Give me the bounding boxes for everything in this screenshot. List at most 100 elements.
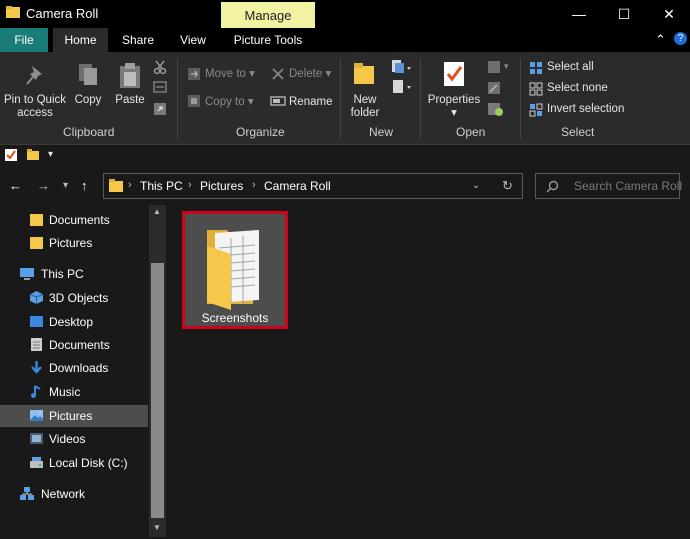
tab-home[interactable]: Home (53, 28, 108, 52)
refresh-icon[interactable]: ↻ (502, 178, 513, 194)
new-folder-icon (354, 63, 374, 84)
tree-item-downloads[interactable]: Downloads (0, 357, 148, 379)
move-to-icon (188, 68, 200, 80)
search-input[interactable]: Search Camera Roll (535, 173, 683, 199)
folder-name: Screenshots (201, 311, 269, 325)
folder-item-screenshots[interactable]: Screenshots (182, 211, 288, 329)
tab-share[interactable]: Share (113, 28, 163, 52)
new-item-icon[interactable] (391, 59, 413, 75)
tree-item-label: Music (49, 385, 81, 399)
copy-path-icon[interactable] (153, 81, 167, 93)
videos-icon (30, 433, 43, 444)
help-icon[interactable]: ? (674, 32, 687, 45)
forward-arrow-icon[interactable]: → (37, 178, 50, 193)
customize-qat-icon[interactable]: ▾ (48, 148, 53, 161)
navigation-pane: Documents Pictures This PC 3D Objects De… (0, 205, 166, 539)
tree-item-pictures[interactable]: Pictures (0, 405, 148, 427)
computer-icon (20, 268, 34, 280)
tree-item-label: 3D Objects (49, 291, 109, 305)
tree-item-label: Downloads (49, 361, 109, 375)
tree-item-label: Pictures (49, 409, 93, 423)
rename-button[interactable]: Rename (289, 96, 332, 109)
new-folder-button[interactable]: New folder (345, 94, 385, 120)
organize-group-label: Organize (236, 125, 285, 139)
move-to-button[interactable]: Move to ▾ (205, 68, 255, 81)
history-icon[interactable] (487, 102, 503, 116)
tree-item-documents-quick[interactable]: Documents (0, 209, 148, 231)
breadcrumb-pictures[interactable]: Pictures (200, 179, 243, 193)
pictures-icon (30, 410, 43, 421)
breadcrumb-camera-roll[interactable]: Camera Roll (264, 179, 331, 193)
tree-item-local-disk[interactable]: Local Disk (C:) (0, 452, 148, 474)
properties-button[interactable]: Properties ▾ (427, 94, 481, 120)
tree-item-pictures-quick[interactable]: Pictures (0, 232, 148, 254)
ribbon-tabs: File Home Share View Picture Tools ⌃ ? (0, 28, 690, 52)
breadcrumb-separator[interactable]: › (252, 179, 256, 191)
tab-manage[interactable]: Manage (221, 2, 315, 28)
properties-check-icon[interactable] (4, 148, 18, 162)
tree-item-label: Network (41, 487, 86, 501)
ribbon-separator (177, 58, 178, 138)
tab-picture-tools[interactable]: Picture Tools (222, 28, 314, 52)
documents-icon (31, 338, 42, 351)
recent-locations-icon[interactable]: ▾ (63, 180, 68, 191)
desktop-icon (30, 316, 43, 327)
tree-item-label: Documents (49, 213, 110, 227)
maximize-button[interactable]: ☐ (614, 4, 634, 24)
address-bar[interactable]: › This PC › Pictures › Camera Roll ⌄ ↻ (103, 173, 523, 199)
paste-button[interactable]: Paste (111, 94, 149, 107)
tree-item-videos[interactable]: Videos (0, 428, 148, 450)
drive-icon (30, 457, 43, 468)
quick-access-toolbar: ▾ (0, 145, 690, 165)
explorer-window: Camera Roll Manage — ☐ ✕ File Home Share… (0, 0, 690, 539)
tab-view[interactable]: View (170, 28, 216, 52)
up-arrow-icon[interactable]: ↑ (81, 178, 88, 193)
tree-item-music[interactable]: Music (0, 381, 148, 403)
select-none-button[interactable]: Select none (547, 82, 608, 95)
folder-icon (6, 6, 20, 18)
new-folder-qat-icon[interactable] (26, 148, 40, 161)
nav-pane-scrollbar[interactable]: ▲ ▼ (149, 205, 166, 537)
paste-shortcut-icon[interactable] (153, 102, 167, 116)
breadcrumb-this-pc[interactable]: This PC (140, 179, 183, 193)
delete-button[interactable]: Delete ▾ (289, 68, 331, 81)
tree-item-label: Local Disk (C:) (49, 456, 128, 470)
clipboard-group-label: Clipboard (63, 125, 115, 139)
maximize-icon: ☐ (617, 5, 631, 22)
back-arrow-icon[interactable]: ← (9, 178, 22, 193)
edit-icon[interactable] (487, 81, 501, 95)
select-all-button[interactable]: Select all (547, 61, 594, 74)
close-button[interactable]: ✕ (659, 4, 679, 24)
folder-icon (207, 229, 259, 310)
tree-item-this-pc[interactable]: This PC (0, 263, 148, 285)
cut-icon[interactable] (153, 60, 167, 74)
scroll-thumb[interactable] (151, 263, 164, 518)
open-icon[interactable] (487, 60, 501, 74)
tree-item-network[interactable]: Network (0, 483, 148, 505)
search-placeholder: Search Camera Roll (574, 179, 683, 193)
copy-button[interactable]: Copy (70, 94, 106, 107)
collapse-ribbon-icon[interactable]: ⌃ (655, 32, 666, 48)
invert-selection-icon (529, 103, 543, 117)
rename-icon (270, 96, 286, 106)
navigation-bar: ← → ▾ ↑ › This PC › Pictures › Camera Ro… (0, 165, 690, 205)
ribbon-separator (340, 58, 341, 138)
tree-item-documents[interactable]: Documents (0, 334, 148, 356)
scroll-down-icon[interactable]: ▼ (153, 523, 161, 532)
tab-file[interactable]: File (0, 28, 48, 52)
invert-selection-button[interactable]: Invert selection (547, 103, 624, 116)
scroll-up-icon[interactable]: ▲ (153, 207, 161, 216)
tree-item-desktop[interactable]: Desktop (0, 311, 148, 333)
minimize-button[interactable]: — (569, 4, 589, 24)
copy-to-button[interactable]: Copy to ▾ (205, 96, 254, 109)
open-dropdown-icon[interactable]: ▾ (504, 60, 509, 73)
minimize-icon: — (572, 6, 586, 22)
pin-to-quick-access-button[interactable]: Pin to Quick access (2, 94, 68, 120)
breadcrumb-separator[interactable]: › (188, 179, 192, 191)
tree-item-3d-objects[interactable]: 3D Objects (0, 287, 148, 309)
easy-access-icon[interactable] (391, 79, 413, 95)
tree-item-label: Videos (49, 432, 86, 446)
address-dropdown-icon[interactable]: ⌄ (472, 180, 480, 191)
ribbon-separator (520, 58, 521, 138)
breadcrumb-separator[interactable]: › (128, 179, 132, 191)
